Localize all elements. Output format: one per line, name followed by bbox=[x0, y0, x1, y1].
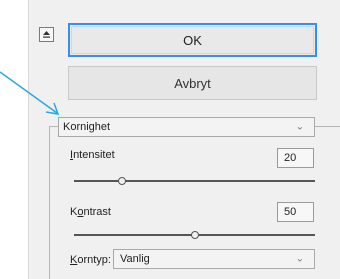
ok-button[interactable]: OK bbox=[68, 23, 317, 57]
group-border-left bbox=[49, 126, 50, 279]
collapse-icon bbox=[43, 31, 50, 38]
intensity-slider-track[interactable] bbox=[74, 180, 315, 182]
contrast-input[interactable]: 50 bbox=[277, 202, 314, 222]
grain-type-select[interactable]: Vanlig ⌄ bbox=[113, 249, 315, 269]
contrast-value: 50 bbox=[284, 206, 297, 218]
chevron-down-icon: ⌄ bbox=[295, 121, 304, 133]
cancel-button-label: Avbryt bbox=[174, 75, 211, 91]
cancel-button[interactable]: Avbryt bbox=[68, 66, 317, 100]
intensity-input[interactable]: 20 bbox=[277, 148, 314, 168]
intensity-label: Intensitet bbox=[70, 149, 115, 161]
filter-select-value: Kornighet bbox=[63, 121, 111, 133]
grain-type-value: Vanlig bbox=[120, 253, 150, 265]
intensity-value: 20 bbox=[284, 152, 297, 164]
collapse-button[interactable] bbox=[39, 27, 54, 42]
contrast-slider-thumb[interactable] bbox=[190, 231, 199, 239]
filter-select[interactable]: Kornighet ⌄ bbox=[58, 117, 315, 137]
ok-button-focus-ring bbox=[71, 26, 314, 54]
chevron-down-icon: ⌄ bbox=[295, 253, 304, 265]
contrast-label: Kontrast bbox=[70, 206, 111, 218]
grain-type-label: Korntyp: bbox=[70, 254, 111, 266]
